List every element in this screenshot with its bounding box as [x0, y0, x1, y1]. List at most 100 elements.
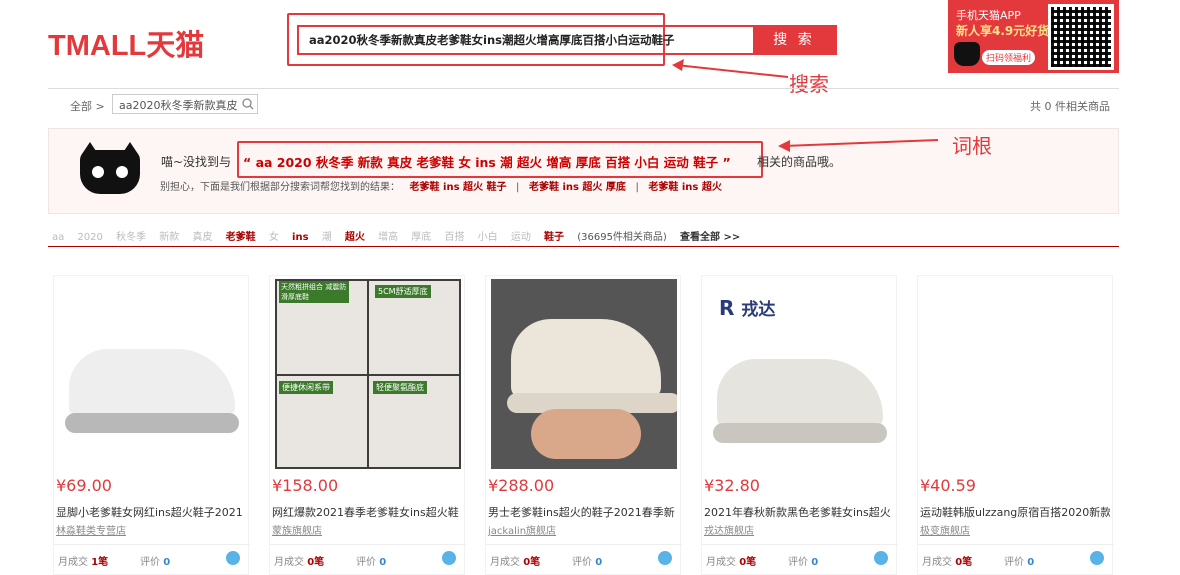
promo-title: 手机天猫APP — [956, 9, 1021, 22]
shop-link[interactable]: jackalin旗舰店 — [488, 522, 556, 537]
image-overlay: 天然粗拼组合 减震防滑厚底鞋 — [279, 281, 349, 303]
annotation-arrow-root — [778, 139, 939, 152]
suggestion-line: 别担心，下面是我们根据部分搜索词帮您找到的结果： 老爹鞋 ins 超火 鞋子 |… — [160, 178, 722, 193]
breadcrumb-query-text: aa2020秋冬季新款真皮 — [119, 99, 238, 112]
product-title[interactable]: 显脚小老爹鞋女网红ins超火鞋子2021 — [56, 504, 246, 520]
search-button[interactable]: 搜 索 — [753, 27, 835, 53]
product-title[interactable]: 2021年春秋新款黑色老爹鞋女ins超火 — [704, 504, 894, 520]
product-image[interactable]: R 戎达 — [707, 279, 893, 469]
product-title[interactable]: 男士老爹鞋ins超火的鞋子2021春季新 — [488, 504, 678, 520]
chat-icon[interactable] — [1090, 551, 1104, 565]
product-price: ¥32.80 — [704, 476, 760, 495]
annotation-root-label: 词根 — [952, 134, 992, 158]
sales-value: 0笔 — [307, 557, 325, 568]
product-price: ¥69.00 — [56, 476, 112, 495]
product-image[interactable] — [923, 279, 1109, 469]
qr-code-icon — [1048, 4, 1114, 70]
product-image[interactable]: 天然粗拼组合 减震防滑厚底鞋 5CM舒适厚底 便捷休闲系带 轻便聚氨酯底 — [275, 279, 461, 469]
word-on[interactable]: ins — [292, 232, 309, 243]
search-bar: aa2020秋冬季新款真皮老爹鞋女ins潮超火增高厚底百搭小白运动鞋子 搜 索 — [297, 25, 837, 55]
chat-icon[interactable] — [874, 551, 888, 565]
separator: | — [516, 182, 520, 193]
notice-suffix: 相关的商品哦。 — [757, 155, 842, 169]
product-price: ¥158.00 — [272, 476, 339, 495]
sales-label: 月成交 — [922, 557, 952, 568]
product-card[interactable]: ¥288.00 男士老爹鞋ins超火的鞋子2021春季新 jackalin旗舰店… — [485, 275, 682, 575]
separator: | — [635, 182, 639, 193]
word-on[interactable]: 超火 — [345, 232, 365, 243]
breadcrumb-all[interactable]: 全部 > — [70, 98, 105, 114]
word-off: 真皮 — [192, 232, 213, 243]
divider — [48, 246, 1119, 247]
view-all-link[interactable]: 查看全部 >> — [680, 232, 740, 243]
search-icon[interactable] — [242, 98, 254, 110]
rating-value[interactable]: 0 — [379, 557, 386, 568]
suggestion-link[interactable]: 老爹鞋 ins 超火 — [648, 182, 721, 193]
rating-value[interactable]: 0 — [163, 557, 170, 568]
shop-link[interactable]: 蒙族旗舰店 — [272, 522, 322, 537]
suggestion-link[interactable]: 老爹鞋 ins 超火 鞋子 — [410, 182, 507, 193]
app-promo-banner[interactable]: 手机天猫APP 新人享4.9元好货 扫码领福利 — [948, 0, 1119, 73]
word-off: 厚底 — [411, 232, 432, 243]
notice-keywords: “ aa 2020 秋冬季 新款 真皮 老爹鞋 女 ins 潮 超火 增高 厚底… — [243, 155, 731, 170]
product-card[interactable]: R 戎达 ¥32.80 2021年春秋新款黑色老爹鞋女ins超火 戎达旗舰店 月… — [701, 275, 898, 575]
product-stats: 月成交 0笔 评价 0 — [486, 544, 682, 572]
product-title[interactable]: 网红爆款2021春季老爹鞋女ins超火鞋 — [272, 504, 462, 520]
word-off: 秋冬季 — [116, 232, 147, 243]
promo-scan: 扫码领福利 — [982, 50, 1036, 65]
rating-value[interactable]: 0 — [1027, 557, 1034, 568]
word-on[interactable]: 老爹鞋 — [226, 232, 256, 243]
shop-link[interactable]: 极变旗舰店 — [920, 522, 970, 537]
notice-prefix: 喵~没找到与 — [161, 155, 232, 169]
rating-value[interactable]: 0 — [595, 557, 602, 568]
product-stats: 月成交 1笔 评价 0 — [54, 544, 250, 572]
tmall-logo[interactable]: TMALL天猫 — [48, 22, 204, 64]
sales-label: 月成交 — [706, 557, 736, 568]
sales-value: 0笔 — [955, 557, 973, 568]
word-off: 运动 — [510, 232, 531, 243]
keyword-row: aa 2020 秋冬季 新款 真皮 老爹鞋 女 ins 潮 超火 增高 厚底 百… — [52, 228, 750, 243]
chat-icon[interactable] — [658, 551, 672, 565]
product-image[interactable] — [491, 279, 677, 469]
rating-label: 评价 — [140, 557, 160, 568]
rating-label: 评价 — [1004, 557, 1024, 568]
image-overlay: 5CM舒适厚底 — [375, 285, 431, 298]
product-stats: 月成交 0笔 评价 0 — [918, 544, 1114, 572]
word-off: 新款 — [159, 232, 180, 243]
product-title[interactable]: 运动鞋韩版ulzzang原宿百搭2020新款 — [920, 504, 1110, 520]
product-image[interactable] — [59, 279, 245, 469]
product-stats: 月成交 0笔 评价 0 — [702, 544, 898, 572]
suggestion-link[interactable]: 老爹鞋 ins 超火 厚底 — [529, 182, 626, 193]
sales-value: 0笔 — [523, 557, 541, 568]
chat-icon[interactable] — [226, 551, 240, 565]
sales-label: 月成交 — [490, 557, 520, 568]
rating-label: 评价 — [788, 557, 808, 568]
product-price: ¥40.59 — [920, 476, 976, 495]
product-price: ¥288.00 — [488, 476, 555, 495]
word-off: 小白 — [477, 232, 498, 243]
product-card[interactable]: ¥40.59 运动鞋韩版ulzzang原宿百搭2020新款 极变旗舰店 月成交 … — [917, 275, 1114, 575]
rating-label: 评价 — [356, 557, 376, 568]
search-input[interactable]: aa2020秋冬季新款真皮老爹鞋女ins潮超火增高厚底百搭小白运动鞋子 — [299, 27, 753, 53]
word-off: 潮 — [321, 232, 332, 243]
rating-value[interactable]: 0 — [811, 557, 818, 568]
product-card[interactable]: ¥69.00 显脚小老爹鞋女网红ins超火鞋子2021 林淼鞋类专营店 月成交 … — [53, 275, 250, 575]
word-on[interactable]: 鞋子 — [544, 232, 564, 243]
tmall-cat-mascot-icon — [80, 142, 140, 194]
shop-link[interactable]: 林淼鞋类专营店 — [56, 522, 126, 537]
product-stats: 月成交 0笔 评价 0 — [270, 544, 466, 572]
rating-label: 评价 — [572, 557, 592, 568]
word-off: 女 — [268, 232, 279, 243]
chat-icon[interactable] — [442, 551, 456, 565]
word-off: aa — [52, 232, 65, 243]
annotation-arrow-search — [672, 59, 789, 78]
word-off: 2020 — [77, 232, 103, 243]
promo-offer: 新人享4.9元好货 — [956, 24, 1050, 38]
shop-link[interactable]: 戎达旗舰店 — [704, 522, 754, 537]
sales-value: 0笔 — [739, 557, 757, 568]
word-off: 百搭 — [444, 232, 465, 243]
tmall-cat-icon — [954, 42, 980, 66]
sales-label: 月成交 — [58, 557, 88, 568]
product-card[interactable]: 天然粗拼组合 减震防滑厚底鞋 5CM舒适厚底 便捷休闲系带 轻便聚氨酯底 ¥15… — [269, 275, 466, 575]
breadcrumb-query[interactable]: aa2020秋冬季新款真皮 — [112, 94, 258, 114]
